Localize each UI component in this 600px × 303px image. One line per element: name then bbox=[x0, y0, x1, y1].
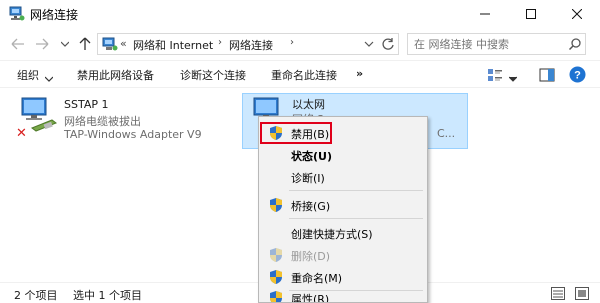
up-arrow-icon bbox=[79, 37, 91, 50]
breadcrumb-network-connections[interactable]: 网络连接 bbox=[229, 37, 273, 53]
back-button[interactable] bbox=[10, 36, 26, 52]
menu-item-diagnose[interactable]: 诊断(I) bbox=[261, 166, 425, 188]
forward-arrow-icon bbox=[36, 38, 49, 50]
chevron-down-icon[interactable] bbox=[44, 72, 54, 82]
context-menu: 禁用(B) 状态(U) 诊断(I) 桥接(G) 创建快捷方式(S) 删除(D) … bbox=[258, 116, 428, 303]
menu-item-label: 诊断(I) bbox=[291, 172, 325, 185]
menu-item-status[interactable]: 状态(U) bbox=[261, 144, 425, 166]
connection-item-sstap[interactable]: ✕ SSTAP 1 网络电缆被拔出 TAP-Windows Adapter V9 bbox=[14, 95, 230, 145]
menu-item-label: 属性(R) bbox=[291, 293, 330, 303]
selected-count: 选中 1 个项目 bbox=[73, 289, 142, 302]
menu-item-label: 状态(U) bbox=[291, 150, 332, 163]
details-view-icon[interactable] bbox=[551, 287, 565, 300]
address-dropdown-icon[interactable] bbox=[362, 37, 376, 51]
network-connections-icon bbox=[9, 6, 25, 22]
recent-locations-button[interactable] bbox=[57, 36, 73, 52]
navigation-row: « 网络和 Internet › 网络连接 › bbox=[0, 28, 600, 60]
menu-separator bbox=[289, 190, 423, 191]
uac-shield-icon bbox=[269, 290, 283, 302]
chevron-down-icon bbox=[61, 41, 69, 47]
help-icon[interactable]: ? bbox=[569, 66, 586, 83]
connection-status: 网络电缆被拔出 bbox=[64, 115, 141, 128]
change-view-icon[interactable] bbox=[487, 67, 503, 83]
menu-item-label: 删除(D) bbox=[291, 250, 331, 263]
close-button[interactable] bbox=[554, 0, 600, 28]
title-bar: 网络连接 bbox=[0, 0, 600, 28]
uac-shield-icon bbox=[269, 269, 283, 285]
connection-adapter: C... bbox=[437, 127, 456, 140]
back-arrow-icon bbox=[11, 38, 24, 50]
highlight-box bbox=[260, 122, 332, 144]
more-commands-button[interactable]: » bbox=[356, 67, 363, 80]
address-overflow[interactable]: « bbox=[120, 37, 127, 50]
menu-item-label: 桥接(G) bbox=[291, 200, 331, 213]
forward-button[interactable] bbox=[34, 36, 50, 52]
menu-item-label: 重命名(M) bbox=[291, 272, 343, 285]
disable-device-button[interactable]: 禁用此网络设备 bbox=[77, 67, 154, 83]
diagnose-connection-button[interactable]: 诊断这个连接 bbox=[180, 67, 246, 83]
menu-item-delete: 删除(D) bbox=[261, 244, 425, 266]
breadcrumb-separator-icon[interactable]: › bbox=[218, 37, 222, 48]
search-input[interactable] bbox=[414, 36, 562, 52]
up-button[interactable] bbox=[77, 36, 93, 52]
error-x-icon: ✕ bbox=[16, 126, 27, 141]
maximize-icon bbox=[526, 9, 536, 19]
refresh-icon[interactable] bbox=[381, 37, 395, 51]
network-adapter-icon: ✕ bbox=[14, 95, 60, 141]
menu-item-bridge[interactable]: 桥接(G) bbox=[261, 194, 425, 216]
item-count: 2 个项目 bbox=[14, 289, 58, 302]
menu-item-rename[interactable]: 重命名(M) bbox=[261, 266, 425, 288]
connection-name: SSTAP 1 bbox=[64, 98, 109, 111]
close-icon bbox=[572, 9, 582, 19]
organize-button[interactable]: 组织 bbox=[17, 67, 39, 83]
minimize-icon bbox=[480, 13, 490, 15]
address-bar[interactable]: « 网络和 Internet › 网络连接 › bbox=[97, 33, 399, 55]
large-icons-view-icon[interactable] bbox=[575, 287, 589, 300]
maximize-button[interactable] bbox=[508, 0, 554, 28]
uac-shield-icon bbox=[269, 247, 283, 263]
menu-item-label: 创建快捷方式(S) bbox=[291, 228, 373, 241]
minimize-button[interactable] bbox=[462, 0, 508, 28]
connection-adapter: TAP-Windows Adapter V9 bbox=[64, 128, 202, 141]
menu-separator bbox=[289, 218, 423, 219]
svg-text:?: ? bbox=[574, 70, 581, 82]
preview-pane-icon[interactable] bbox=[539, 67, 555, 83]
chevron-down-icon[interactable] bbox=[508, 72, 518, 82]
rename-connection-button[interactable]: 重命名此连接 bbox=[271, 67, 337, 83]
window-title: 网络连接 bbox=[30, 8, 79, 22]
network-folder-icon bbox=[102, 36, 118, 52]
search-icon[interactable] bbox=[568, 37, 582, 51]
command-bar: 组织 禁用此网络设备 诊断这个连接 重命名此连接 » ? bbox=[0, 60, 600, 88]
search-box[interactable] bbox=[407, 33, 586, 55]
breadcrumb-network-internet[interactable]: 网络和 Internet bbox=[133, 37, 213, 53]
menu-item-properties[interactable]: 属性(R) bbox=[261, 287, 425, 303]
breadcrumb-separator-icon[interactable]: › bbox=[290, 37, 294, 48]
menu-item-create-shortcut[interactable]: 创建快捷方式(S) bbox=[261, 222, 425, 244]
connection-name: 以太网 bbox=[292, 98, 325, 111]
uac-shield-icon bbox=[269, 197, 283, 213]
